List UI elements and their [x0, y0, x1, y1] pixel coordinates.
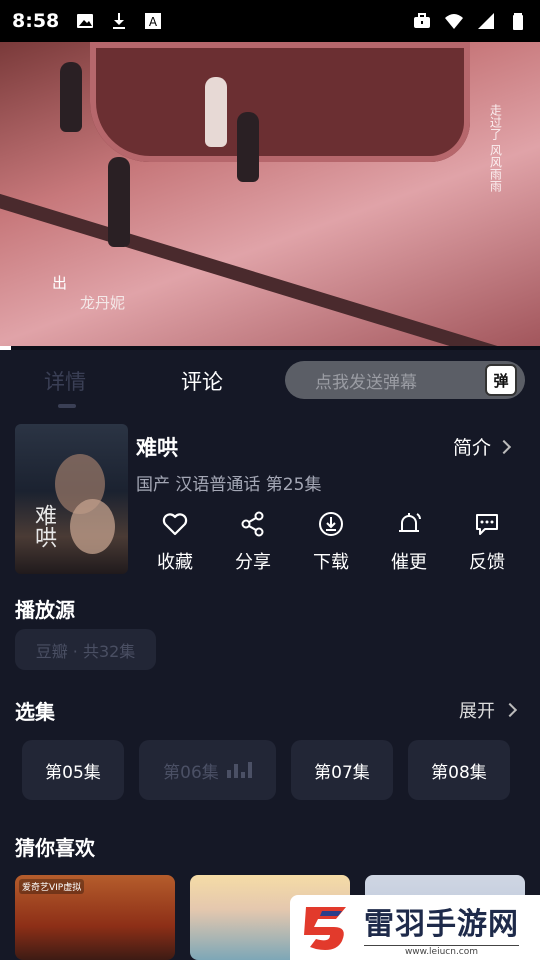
svg-text:A: A [149, 15, 158, 29]
video-caption-name: 龙丹妮 [80, 294, 126, 312]
poster-title: 难哄 [31, 504, 56, 548]
battery-icon [513, 13, 523, 30]
wifi-icon [445, 14, 463, 29]
video-player[interactable]: 出 龙丹妮 走过了 风风雨雨 [0, 42, 540, 346]
share-icon [241, 511, 264, 537]
episodes-heading: 选集 [15, 700, 55, 724]
episode-item[interactable]: 第05集 [22, 740, 124, 800]
image-icon [77, 14, 94, 28]
expand-episodes-button[interactable]: 展开 [459, 697, 518, 723]
status-bar: 8:58 A [0, 0, 540, 42]
heart-icon [162, 513, 188, 536]
source-heading: 播放源 [15, 598, 75, 622]
feedback-icon [476, 514, 498, 535]
danmaku-placeholder: 点我发送弹幕 [315, 372, 417, 393]
tab-details[interactable]: 详情 [44, 366, 86, 396]
bell-icon [399, 513, 421, 532]
video-progress-fill [0, 346, 11, 350]
download-button[interactable]: 下载 [292, 510, 370, 574]
chevron-right-icon [496, 439, 512, 454]
intro-label: 简介 [453, 437, 492, 459]
recommend-heading: 猜你喜欢 [15, 836, 95, 860]
signal-icon [478, 13, 494, 29]
feedback-button[interactable]: 反馈 [448, 510, 526, 574]
recommend-tag: 爱奇艺VIP虚拟 [19, 879, 85, 894]
show-meta: 国产 汉语普通话 第25集 [136, 475, 322, 495]
site-logo-icon [304, 906, 346, 950]
watermark-url: www.leiucn.com [364, 944, 519, 957]
status-time: 8:58 [12, 10, 60, 32]
now-playing-icon [226, 762, 252, 778]
urge-update-button[interactable]: 催更 [370, 510, 448, 574]
favorite-button[interactable]: 收藏 [136, 510, 214, 574]
site-watermark: 雷羽手游网 www.leiucn.com [290, 895, 540, 960]
tab-comments[interactable]: 评论 [181, 366, 223, 396]
source-chip[interactable]: 豆瓣 · 共32集 [15, 629, 156, 670]
episode-list: 第05集 第06集 第07集 第08集 [22, 740, 522, 800]
video-scene [90, 42, 470, 162]
chevron-right-icon [502, 702, 518, 718]
video-progress-bar[interactable] [0, 346, 540, 350]
tab-indicator [58, 404, 76, 408]
video-caption-small: 出 [52, 274, 68, 292]
briefcase-icon [414, 13, 430, 28]
show-title: 难哄 [136, 436, 178, 460]
recommend-card[interactable]: 爱奇艺VIP虚拟 [15, 875, 175, 960]
download-icon [113, 13, 126, 29]
danmaku-input[interactable]: 点我发送弹幕 弹 [285, 361, 525, 399]
episode-item[interactable]: 第07集 [291, 740, 393, 800]
tab-bar: 详情 评论 点我发送弹幕 弹 [0, 358, 540, 408]
share-button[interactable]: 分享 [214, 510, 292, 574]
download-circle-icon [319, 512, 343, 536]
episode-item[interactable]: 第08集 [408, 740, 510, 800]
watermark-title: 雷羽手游网 [364, 906, 519, 942]
intro-button[interactable]: 简介 [453, 433, 512, 460]
video-poem: 走过了 风风雨雨 [488, 104, 503, 192]
show-poster[interactable]: 难哄 [15, 424, 128, 574]
font-icon: A [145, 13, 162, 29]
danmaku-toggle-button[interactable]: 弹 [485, 364, 517, 396]
action-bar: 收藏 分享 下载 催更 反馈 [136, 510, 526, 574]
episode-item-current[interactable]: 第06集 [139, 740, 276, 800]
